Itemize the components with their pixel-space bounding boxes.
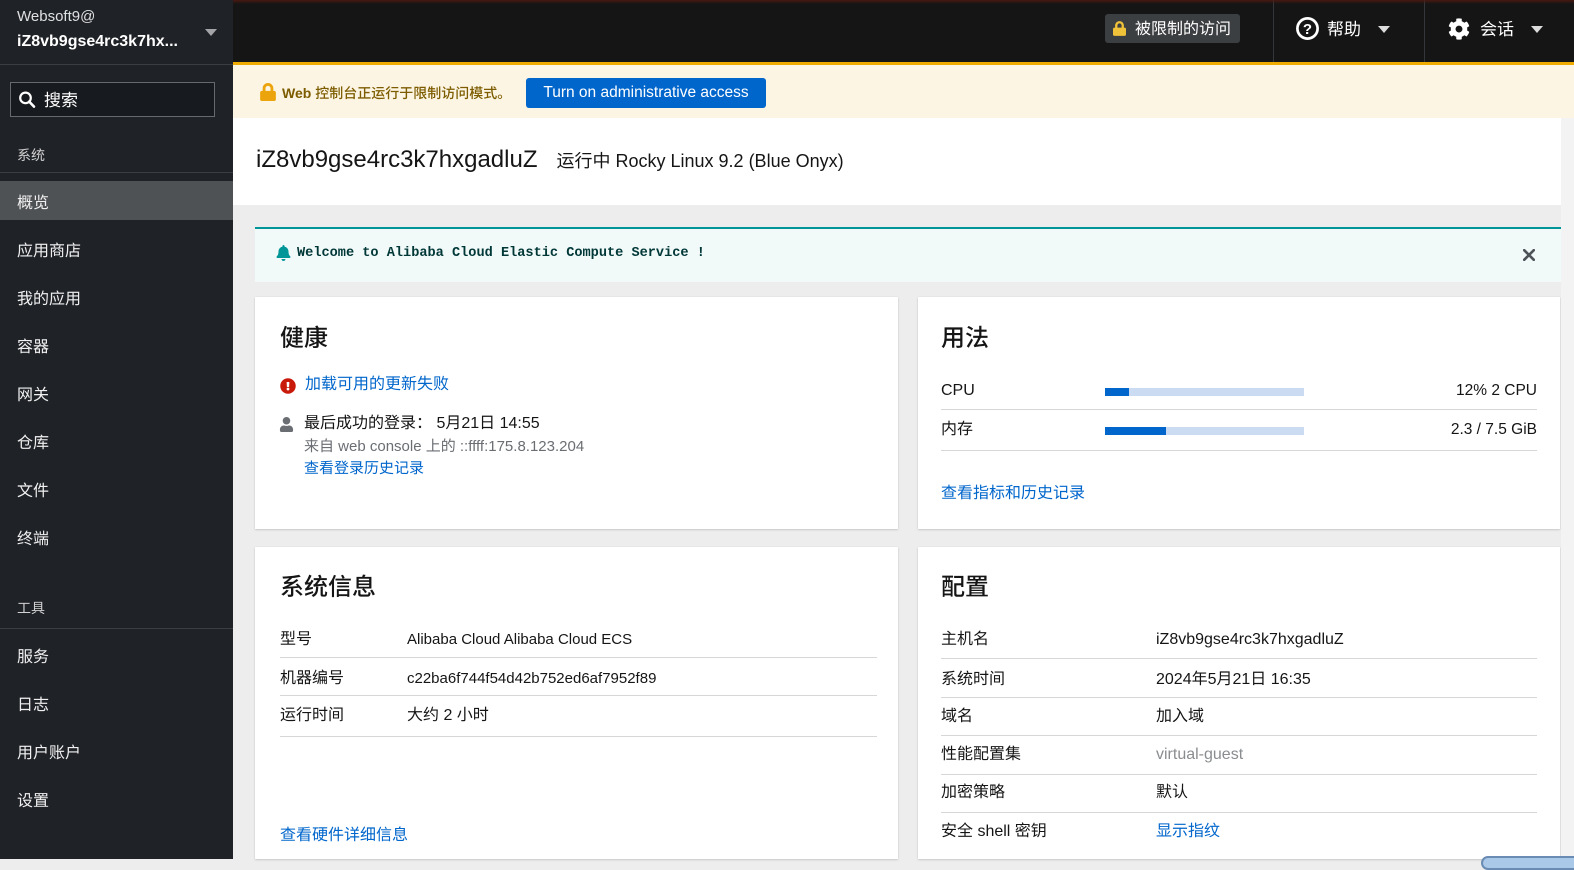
svg-text:?: ? bbox=[1303, 21, 1312, 38]
